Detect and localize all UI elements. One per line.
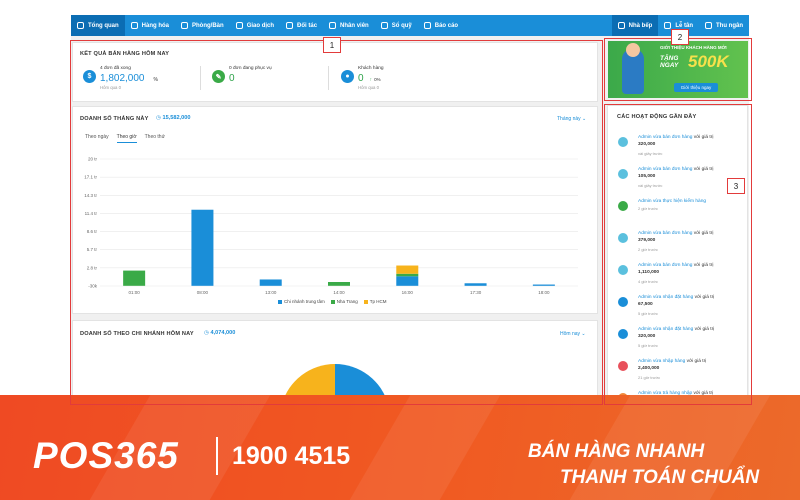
banner-stripe bbox=[349, 395, 501, 500]
slogan-line2: THANH TOÁN CHUẨN bbox=[560, 467, 760, 488]
nav-item-l-4[interactable]: Đối tác bbox=[280, 15, 323, 36]
nav-item-r-2[interactable]: Thu ngân bbox=[699, 15, 749, 36]
callout-box-2 bbox=[604, 38, 752, 101]
callout-tag-1: 1 bbox=[323, 37, 341, 53]
callout-tag-2: 2 bbox=[671, 29, 689, 45]
nav-item-r-0[interactable]: Nhà bếp bbox=[611, 15, 659, 36]
hotline-number: 1900 4515 bbox=[232, 442, 351, 470]
nav-item-label: Nhân viên bbox=[340, 22, 369, 29]
nav-item-l-0[interactable]: Tổng quan bbox=[71, 15, 125, 36]
brand-logo: POS365 bbox=[33, 435, 179, 476]
nav-item-label: Nhà bếp bbox=[628, 22, 653, 29]
chart-icon bbox=[423, 22, 431, 29]
nav-item-l-2[interactable]: Phòng/Bàn bbox=[175, 15, 230, 36]
nav-item-label: Đối tác bbox=[297, 22, 318, 29]
nav-item-label: Giao dịch bbox=[246, 22, 275, 29]
nav-item-l-7[interactable]: Báo cáo bbox=[418, 15, 464, 36]
nav-item-l-1[interactable]: Hàng hóa bbox=[125, 15, 175, 36]
nav-item-l-6[interactable]: Sổ quỹ bbox=[375, 15, 418, 36]
eye-icon bbox=[77, 22, 84, 29]
screenshot-stage: Tổng quan Hàng hóa Phòng/Bàn Giao dịch Đối t… bbox=[0, 0, 800, 500]
nav-item-label: Phòng/Bàn bbox=[192, 22, 224, 29]
nav-item-l-5[interactable]: Nhân viên bbox=[323, 15, 375, 36]
callout-box-3 bbox=[604, 104, 752, 405]
nav-left-group: Tổng quan Hàng hóa Phòng/Bàn Giao dịch Đối t… bbox=[71, 15, 464, 36]
nav-item-l-3[interactable]: Giao dịch bbox=[230, 15, 280, 36]
calendar-icon bbox=[664, 22, 672, 29]
exchange-icon bbox=[235, 22, 243, 29]
nav-item-label: Báo cáo bbox=[434, 22, 459, 29]
chef-hat-icon bbox=[617, 22, 625, 29]
handshake-icon bbox=[286, 22, 294, 29]
nav-item-label: Hàng hóa bbox=[141, 22, 170, 29]
users-icon bbox=[329, 22, 337, 29]
slogan-line1: BÁN HÀNG NHANH bbox=[528, 441, 705, 462]
nav-item-label: Tổng quan bbox=[88, 22, 119, 29]
brand-divider bbox=[216, 437, 218, 475]
callout-tag-3: 3 bbox=[727, 178, 745, 194]
nav-item-label: Sổ quỹ bbox=[391, 22, 412, 29]
top-nav: Tổng quan Hàng hóa Phòng/Bàn Giao dịch Đối t… bbox=[71, 15, 749, 36]
table-icon bbox=[181, 22, 189, 29]
cashier-icon bbox=[705, 22, 712, 29]
nav-item-label: Lễ tân bbox=[675, 22, 693, 29]
nav-item-label: Thu ngân bbox=[716, 22, 743, 29]
box-icon bbox=[130, 22, 138, 29]
callout-box-1 bbox=[70, 40, 603, 405]
coin-icon bbox=[380, 22, 388, 29]
